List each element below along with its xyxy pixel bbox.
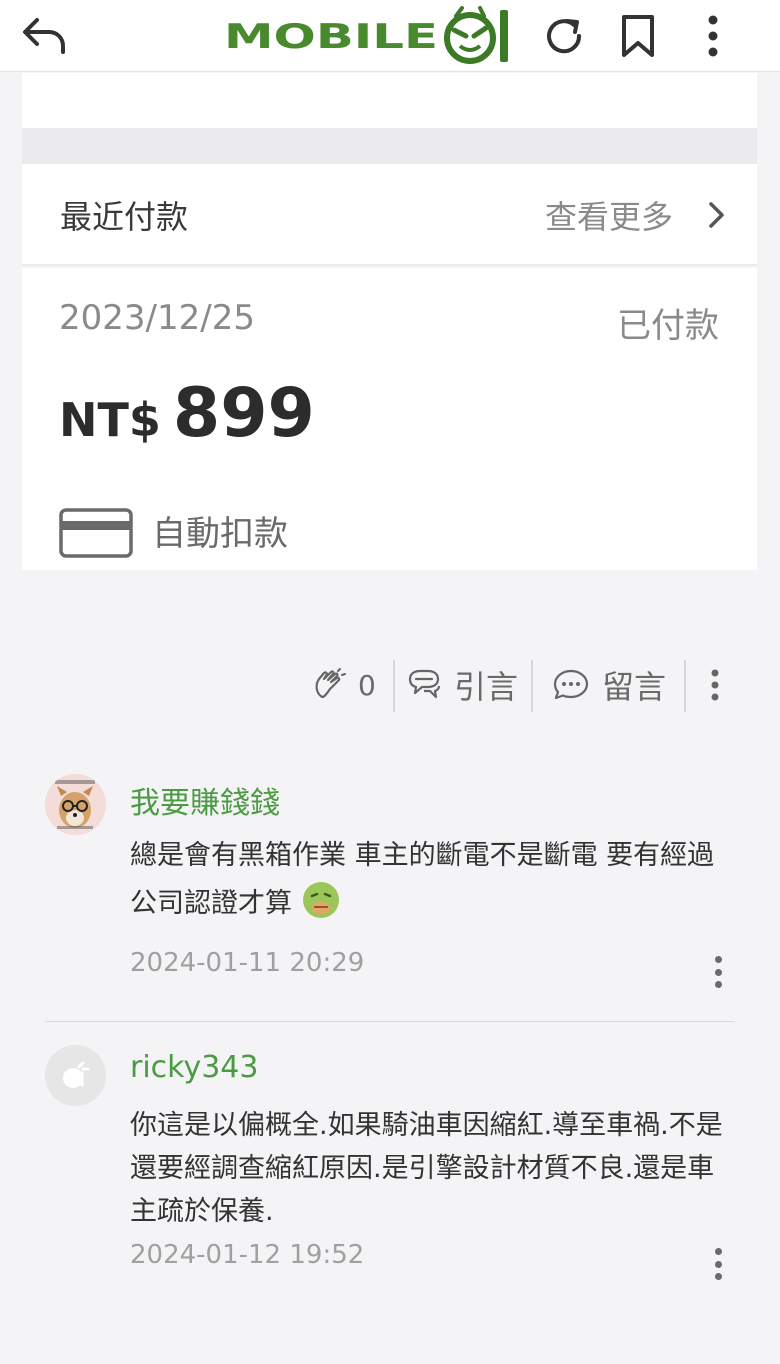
top-bar: MOBILE bbox=[0, 0, 780, 72]
comment-timestamp: 2024-01-12 19:52 bbox=[130, 1240, 365, 1270]
comment-text: 總是會有黑箱作業 車主的斷電不是斷電 要有經過公司認證才算 bbox=[130, 840, 715, 919]
comment-text: 你這是以偏概全.如果騎油車因縮紅.導至車禍.不是還要經調查縮紅原因.是引擎設計材… bbox=[130, 1110, 723, 1227]
post-actions-bar: 0 引言 留言 bbox=[0, 655, 780, 715]
quote-label: 引言 bbox=[454, 668, 519, 706]
action-divider bbox=[684, 660, 686, 712]
payment-status: 已付款 bbox=[617, 306, 719, 346]
recent-payment-header: 最近付款 查看更多 bbox=[22, 164, 757, 266]
action-divider bbox=[393, 660, 395, 712]
comment-body: 總是會有黑箱作業 車主的斷電不是斷電 要有經過公司認證才算 bbox=[130, 834, 730, 926]
quote-button[interactable]: 引言 bbox=[406, 655, 518, 715]
clapping-hands-icon bbox=[315, 668, 346, 699]
credit-card-icon bbox=[59, 508, 133, 558]
currency-label: NT$ bbox=[59, 393, 161, 447]
kebab-dot-icon bbox=[714, 956, 722, 963]
amount-value: 899 bbox=[172, 374, 315, 453]
payment-date: 2023/12/25 bbox=[59, 298, 255, 338]
bookmark-icon bbox=[622, 15, 654, 57]
kebab-dot-icon bbox=[714, 1248, 722, 1255]
section-separator bbox=[22, 128, 757, 164]
content-card-top bbox=[22, 73, 757, 128]
menu-button[interactable] bbox=[683, 6, 743, 66]
bookmark-button[interactable] bbox=[608, 6, 668, 66]
kebab-dot-icon bbox=[714, 1273, 722, 1280]
action-divider bbox=[531, 660, 533, 712]
comment-more-button[interactable] bbox=[708, 1244, 728, 1284]
view-more-link[interactable]: 查看更多 bbox=[545, 192, 673, 238]
dog-with-glasses-avatar bbox=[45, 774, 106, 835]
site-logo[interactable]: MOBILE bbox=[224, 4, 516, 66]
comment-divider bbox=[45, 1021, 735, 1022]
comment-timestamp: 2024-01-11 20:29 bbox=[130, 948, 365, 978]
refresh-icon bbox=[547, 19, 582, 54]
kebab-dot-icon bbox=[714, 981, 722, 988]
kebab-menu-icon bbox=[708, 15, 718, 57]
svg-text:MOBILE: MOBILE bbox=[224, 17, 438, 57]
comment-username[interactable]: 我要賺錢錢 bbox=[130, 778, 280, 822]
like-count: 0 bbox=[358, 668, 376, 702]
payment-amount: NT$ 899 bbox=[59, 374, 315, 453]
comment-label: 留言 bbox=[602, 668, 667, 706]
comment-bubble-icon bbox=[553, 669, 589, 700]
payment-method: 自動扣款 bbox=[152, 514, 288, 554]
kebab-dot-icon bbox=[714, 968, 722, 976]
comment-button[interactable]: 留言 bbox=[552, 655, 666, 715]
quote-chat-icon bbox=[408, 669, 441, 699]
kebab-dot-icon bbox=[714, 1260, 722, 1268]
reply-arrow-icon bbox=[23, 18, 65, 54]
back-button[interactable] bbox=[14, 6, 74, 66]
default-avatar-icon bbox=[45, 1045, 106, 1106]
post-more-button[interactable] bbox=[708, 655, 736, 715]
refresh-button[interactable] bbox=[534, 6, 594, 66]
nauseated-face-icon bbox=[302, 882, 339, 918]
comment-more-button[interactable] bbox=[708, 952, 728, 992]
kebab-menu-icon bbox=[711, 669, 719, 701]
comment-body: 你這是以偏概全.如果騎油車因縮紅.導至車禍.不是還要經調查縮紅原因.是引擎設計材… bbox=[130, 1104, 730, 1233]
payment-record: 2023/12/25 已付款 NT$ 899 自動扣款 bbox=[22, 268, 757, 570]
recent-payment-title: 最近付款 bbox=[60, 198, 189, 236]
avatar[interactable] bbox=[45, 774, 106, 835]
mobile01-logo: MOBILE bbox=[224, 6, 508, 64]
chevron-right-icon[interactable] bbox=[707, 200, 727, 230]
comment-username[interactable]: ricky343 bbox=[130, 1050, 258, 1085]
like-button[interactable]: 0 bbox=[312, 655, 376, 715]
avatar[interactable] bbox=[45, 1045, 106, 1106]
